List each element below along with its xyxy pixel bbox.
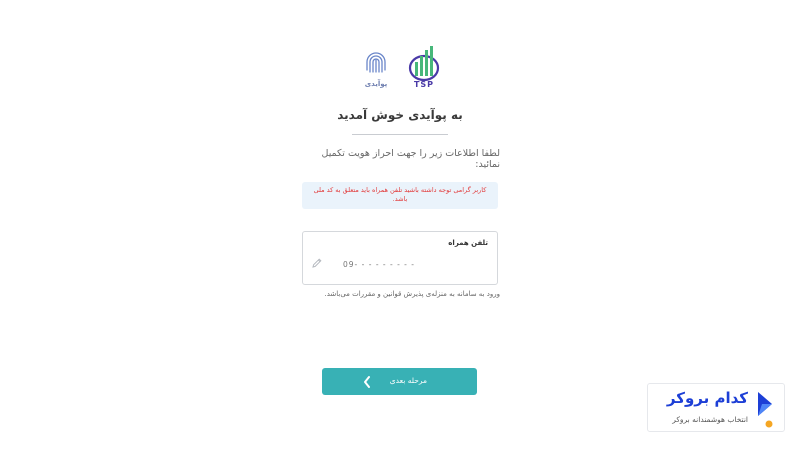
phone-label: تلفن همراه — [448, 239, 488, 247]
logo-left-caption: پوآیدی — [364, 80, 388, 88]
brand-logos: پوآیدی TSP — [352, 44, 448, 94]
watermark-title: کدام بروکر — [666, 389, 748, 407]
page-title: به پوآیدی خوش آمدید — [337, 108, 463, 122]
phone-input[interactable] — [343, 256, 453, 272]
kodam-broker-watermark: کدام بروکر انتخاب هوشمندانه بروکر — [647, 383, 785, 432]
next-step-button[interactable]: مرحله بعدی — [322, 368, 477, 395]
next-step-label: مرحله بعدی — [389, 376, 427, 385]
watermark-subtitle: انتخاب هوشمندانه بروکر — [672, 415, 748, 424]
logo-right-caption: TSP — [413, 80, 435, 89]
page-subtitle: لطفا اطلاعات زیر را جهت احراز هویت تکمیل… — [321, 148, 501, 170]
kodam-broker-logo-icon — [758, 392, 773, 428]
chevron-left-icon — [364, 376, 370, 388]
title-divider — [352, 134, 448, 135]
phone-field[interactable]: تلفن همراه — [302, 231, 498, 285]
terms-notice: ورود به سامانه به منزله‌ی پذیرش قوانین و… — [324, 290, 500, 298]
alert-message: کاربر گرامی توجه داشته باشید تلفن همراه … — [302, 182, 498, 209]
pencil-icon — [312, 258, 322, 268]
